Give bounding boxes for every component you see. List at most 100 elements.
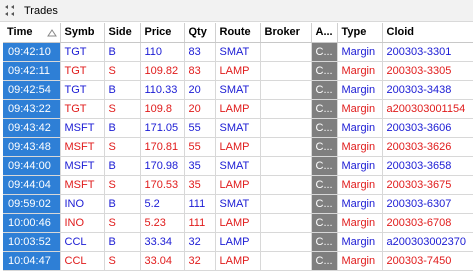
cell-acct[interactable]: C... — [311, 232, 338, 252]
cell-broker[interactable] — [260, 42, 312, 62]
cell-route[interactable]: LAMP — [215, 232, 261, 252]
cell-price[interactable]: 171.05 — [140, 118, 185, 138]
cell-qty[interactable]: 55 — [184, 137, 216, 157]
cell-type[interactable]: Margin — [337, 61, 383, 81]
cell-cloid[interactable]: 200303-3658 — [382, 156, 473, 176]
table-row[interactable]: 10:03:52 CCL B 33.34 32 LAMP C... Margin a200303… — [3, 232, 473, 252]
cell-price[interactable]: 33.04 — [140, 251, 185, 271]
cell-time[interactable]: 10:04:47 — [3, 251, 61, 271]
cell-route[interactable]: LAMP — [215, 175, 261, 195]
cell-time[interactable]: 09:44:00 — [3, 156, 61, 176]
title-bar[interactable]: Trades — [0, 0, 473, 22]
cell-route[interactable]: SMAT — [215, 42, 261, 62]
cell-cloid[interactable]: 200303-3301 — [382, 42, 473, 62]
cell-acct[interactable]: C... — [311, 42, 338, 62]
cell-broker[interactable] — [260, 251, 312, 271]
cell-qty[interactable]: 35 — [184, 175, 216, 195]
cell-symb[interactable]: MSFT — [60, 175, 105, 195]
cell-price[interactable]: 170.53 — [140, 175, 185, 195]
cell-time[interactable]: 09:42:10 — [3, 42, 61, 62]
column-header-side[interactable]: Side — [104, 23, 141, 43]
cell-type[interactable]: Margin — [337, 42, 383, 62]
cell-type[interactable]: Margin — [337, 80, 383, 100]
cell-cloid[interactable]: 200303-3438 — [382, 80, 473, 100]
table-row[interactable]: 10:00:46 INO S 5.23 111 LAMP C... Margin 200303-… — [3, 213, 473, 233]
cell-time[interactable]: 09:42:54 — [3, 80, 61, 100]
cell-time[interactable]: 10:00:46 — [3, 213, 61, 233]
cell-price[interactable]: 170.81 — [140, 137, 185, 157]
cell-type[interactable]: Margin — [337, 232, 383, 252]
column-header-broker[interactable]: Broker — [260, 23, 312, 43]
cell-side[interactable]: B — [104, 42, 141, 62]
cell-side[interactable]: B — [104, 80, 141, 100]
cell-broker[interactable] — [260, 175, 312, 195]
cell-price[interactable]: 109.82 — [140, 61, 185, 81]
cell-symb[interactable]: MSFT — [60, 156, 105, 176]
cell-qty[interactable]: 20 — [184, 99, 216, 119]
cell-time[interactable]: 09:43:48 — [3, 137, 61, 157]
cell-symb[interactable]: TGT — [60, 42, 105, 62]
cell-acct[interactable]: C... — [311, 213, 338, 233]
cell-type[interactable]: Margin — [337, 175, 383, 195]
cell-qty[interactable]: 32 — [184, 251, 216, 271]
cell-qty[interactable]: 83 — [184, 61, 216, 81]
cell-route[interactable]: SMAT — [215, 80, 261, 100]
table-row[interactable]: 09:44:00 MSFT B 170.98 35 SMAT C... Margin 20030… — [3, 156, 473, 176]
cell-acct[interactable]: C... — [311, 194, 338, 214]
cell-acct[interactable]: C... — [311, 156, 338, 176]
cell-route[interactable]: SMAT — [215, 194, 261, 214]
cell-price[interactable]: 109.8 — [140, 99, 185, 119]
cell-cloid[interactable]: 200303-7450 — [382, 251, 473, 271]
cell-side[interactable]: S — [104, 61, 141, 81]
cell-acct[interactable]: C... — [311, 251, 338, 271]
column-header-price[interactable]: Price — [140, 23, 185, 43]
cell-qty[interactable]: 83 — [184, 42, 216, 62]
cell-qty[interactable]: 111 — [184, 213, 216, 233]
cell-acct[interactable]: C... — [311, 137, 338, 157]
cell-route[interactable]: LAMP — [215, 99, 261, 119]
cell-time[interactable]: 09:59:02 — [3, 194, 61, 214]
cell-type[interactable]: Margin — [337, 99, 383, 119]
cell-type[interactable]: Margin — [337, 137, 383, 157]
cell-type[interactable]: Margin — [337, 118, 383, 138]
cell-cloid[interactable]: 200303-3675 — [382, 175, 473, 195]
cell-qty[interactable]: 55 — [184, 118, 216, 138]
cell-symb[interactable]: MSFT — [60, 137, 105, 157]
table-row[interactable]: 09:43:48 MSFT S 170.81 55 LAMP C... Margin 20030… — [3, 137, 473, 157]
cell-broker[interactable] — [260, 99, 312, 119]
cell-qty[interactable]: 35 — [184, 156, 216, 176]
cell-side[interactable]: S — [104, 251, 141, 271]
cell-broker[interactable] — [260, 232, 312, 252]
cell-qty[interactable]: 20 — [184, 80, 216, 100]
cell-type[interactable]: Margin — [337, 194, 383, 214]
cell-price[interactable]: 33.34 — [140, 232, 185, 252]
cell-acct[interactable]: C... — [311, 175, 338, 195]
cell-broker[interactable] — [260, 118, 312, 138]
cell-symb[interactable]: CCL — [60, 251, 105, 271]
cell-symb[interactable]: INO — [60, 213, 105, 233]
cell-broker[interactable] — [260, 194, 312, 214]
cell-symb[interactable]: CCL — [60, 232, 105, 252]
cell-side[interactable]: S — [104, 213, 141, 233]
cell-price[interactable]: 5.23 — [140, 213, 185, 233]
cell-time[interactable]: 09:44:04 — [3, 175, 61, 195]
cell-side[interactable]: B — [104, 194, 141, 214]
cell-price[interactable]: 110 — [140, 42, 185, 62]
cell-qty[interactable]: 111 — [184, 194, 216, 214]
grip-icon[interactable] — [4, 4, 20, 18]
cell-type[interactable]: Margin — [337, 213, 383, 233]
table-row[interactable]: 10:04:47 CCL S 33.04 32 LAMP C... Margin 200303-… — [3, 251, 473, 271]
cell-cloid[interactable]: 200303-6307 — [382, 194, 473, 214]
column-header-time[interactable]: Time — [3, 23, 61, 43]
cell-acct[interactable]: C... — [311, 80, 338, 100]
table-row[interactable]: 09:42:54 TGT B 110.33 20 SMAT C... Margin 200303… — [3, 80, 473, 100]
cell-side[interactable]: S — [104, 137, 141, 157]
table-row[interactable]: 09:44:04 MSFT S 170.53 35 LAMP C... Margin 20030… — [3, 175, 473, 195]
cell-symb[interactable]: INO — [60, 194, 105, 214]
cell-side[interactable]: B — [104, 232, 141, 252]
column-header-account[interactable]: A... — [311, 23, 338, 43]
cell-time[interactable]: 10:03:52 — [3, 232, 61, 252]
cell-cloid[interactable]: 200303-6708 — [382, 213, 473, 233]
cell-route[interactable]: LAMP — [215, 137, 261, 157]
cell-side[interactable]: B — [104, 118, 141, 138]
